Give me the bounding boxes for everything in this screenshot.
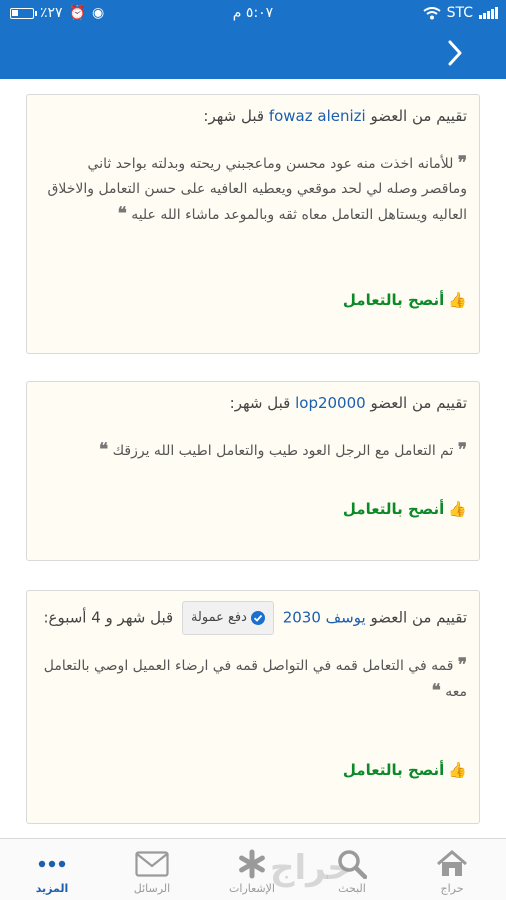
- bottom-tab-bar: المزيد الرسائل الإشعارات البحث حراج: [0, 838, 506, 900]
- review-header: تقييم من العضو lop20000 قبل شهر:: [39, 392, 467, 414]
- more-icon: [38, 848, 66, 880]
- asterisk-icon: [237, 848, 267, 880]
- review-body: تم التعامل مع الرجل العود طيب والتعامل ا…: [112, 443, 454, 459]
- carrier-name: STC: [446, 5, 473, 21]
- review-card: تقييم من العضو يوسف 2030 دفع عمولة قبل ش…: [26, 590, 480, 824]
- review-text: ❞ تم التعامل مع الرجل العود طيب والتعامل…: [39, 438, 467, 464]
- recommend-label: 👍 أنصح بالتعامل: [343, 761, 467, 779]
- review-time: قبل شهر:: [203, 107, 265, 125]
- reviews-list[interactable]: تقييم من العضو fowaz alenizi قبل شهر: ❞ …: [0, 79, 506, 837]
- quote-open-icon: ❞: [457, 655, 467, 675]
- quote-open-icon: ❞: [457, 153, 467, 173]
- status-right: STC: [422, 5, 498, 21]
- review-body: قمه في التعامل قمه في التواصل قمه في ارض…: [43, 658, 467, 700]
- review-header: تقييم من العضو fowaz alenizi قبل شهر:: [39, 105, 467, 127]
- home-icon: [436, 848, 468, 880]
- tab-more[interactable]: المزيد: [2, 839, 102, 900]
- review-time: قبل شهر و 4 أسبوع:: [43, 608, 174, 627]
- tab-messages[interactable]: الرسائل: [102, 839, 202, 900]
- recommend-label: 👍 أنصح بالتعامل: [343, 500, 467, 518]
- search-icon: [337, 848, 367, 880]
- mail-icon: [135, 848, 169, 880]
- member-link[interactable]: يوسف 2030: [283, 609, 366, 627]
- recommend-label: 👍 أنصح بالتعامل: [343, 291, 467, 309]
- review-header: تقييم من العضو يوسف 2030 دفع عمولة قبل ش…: [39, 601, 467, 635]
- tab-search[interactable]: البحث: [302, 839, 402, 900]
- chevron-right-icon[interactable]: [440, 36, 470, 70]
- review-prefix: تقييم من العضو: [370, 107, 467, 125]
- quote-open-icon: ❞: [457, 440, 467, 460]
- recommend-text: أنصح بالتعامل: [342, 500, 445, 518]
- tab-label: البحث: [338, 882, 366, 895]
- tab-notifications[interactable]: الإشعارات: [202, 839, 302, 900]
- recommend-text: أنصح بالتعامل: [342, 291, 445, 309]
- thumbs-up-icon: 👍: [448, 761, 467, 779]
- member-link[interactable]: lop20000: [295, 394, 366, 412]
- badge-label: دفع عمولة: [190, 610, 247, 625]
- check-circle-icon: [250, 611, 265, 625]
- app-header: ٪٢٧ ⏰ ◉ ٥:٠٧ م STC: [0, 0, 506, 79]
- quote-close-icon: ❝: [99, 440, 109, 460]
- tab-label: الإشعارات: [229, 882, 275, 895]
- review-card: تقييم من العضو fowaz alenizi قبل شهر: ❞ …: [26, 94, 480, 354]
- tab-home[interactable]: حراج: [402, 839, 502, 900]
- commission-badge: دفع عمولة: [181, 601, 274, 635]
- recommend-text: أنصح بالتعامل: [342, 761, 445, 779]
- tab-label: المزيد: [35, 882, 69, 895]
- review-text: ❞ قمه في التعامل قمه في التواصل قمه في ا…: [39, 653, 467, 705]
- review-text: ❞ للأمانه اخذت منه عود محسن وماعجبني ريح…: [39, 151, 468, 228]
- review-time: قبل شهر:: [229, 394, 291, 412]
- tab-label: الرسائل: [133, 882, 171, 895]
- thumbs-up-icon: 👍: [448, 500, 467, 518]
- quote-close-icon: ❝: [431, 681, 441, 701]
- review-body: للأمانه اخذت منه عود محسن وماعجبني ريحته…: [47, 156, 468, 223]
- review-prefix: تقييم من العضو: [370, 608, 467, 627]
- review-card: تقييم من العضو lop20000 قبل شهر: ❞ تم ال…: [26, 381, 480, 561]
- status-bar: ٪٢٧ ⏰ ◉ ٥:٠٧ م STC: [0, 0, 506, 28]
- quote-close-icon: ❝: [117, 204, 127, 224]
- thumbs-up-icon: 👍: [448, 291, 467, 309]
- review-prefix: تقييم من العضو: [370, 394, 467, 412]
- signal-icon: [479, 7, 498, 19]
- tab-label: حراج: [440, 882, 464, 895]
- member-link[interactable]: fowaz alenizi: [269, 107, 366, 125]
- wifi-icon: [422, 6, 441, 19]
